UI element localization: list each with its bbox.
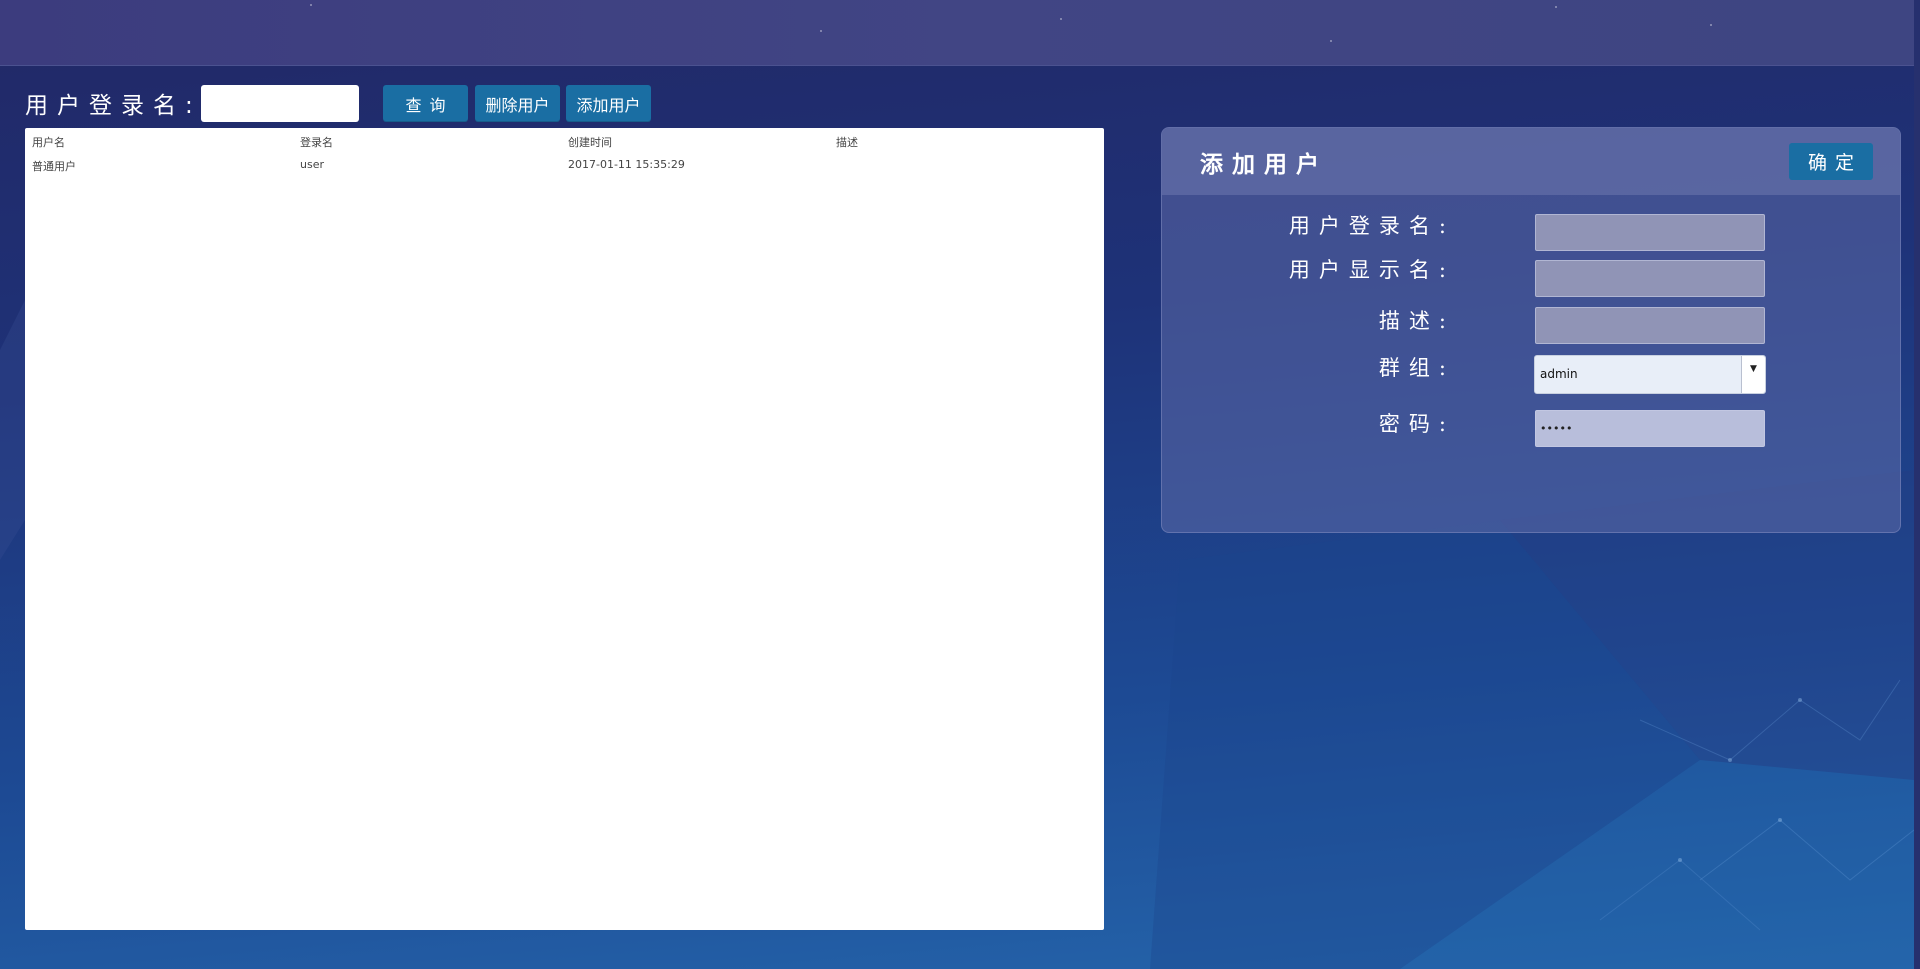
panel-title: 添加用户 [1200, 151, 1328, 178]
column-header-username[interactable]: 用户名 [32, 134, 65, 150]
login-name-search-input[interactable] [201, 85, 359, 122]
group-select[interactable]: admin ▼ [1534, 355, 1766, 394]
column-header-created-time[interactable]: 创建时间 [568, 134, 612, 150]
description-label: 描述: [1378, 309, 1455, 333]
group-label: 群组: [1378, 356, 1455, 380]
display-name-field[interactable] [1535, 260, 1765, 297]
delete-user-button[interactable]: 删除用户 [475, 85, 560, 122]
login-name-search-label: 用户登录名: [25, 93, 202, 119]
group-dropdown-toggle[interactable]: ▼ [1741, 356, 1765, 393]
password-field[interactable] [1535, 410, 1765, 447]
chevron-down-icon: ▼ [1750, 364, 1757, 374]
cell-login-name: user [300, 158, 324, 171]
table-header: 用户名 登录名 创建时间 描述 [32, 134, 1092, 150]
user-table: 用户名 登录名 创建时间 描述 普通用户 user 2017-01-11 15:… [25, 128, 1104, 930]
column-header-description[interactable]: 描述 [836, 134, 858, 150]
confirm-button[interactable]: 确定 [1789, 143, 1873, 180]
table-row[interactable]: 普通用户 user 2017-01-11 15:35:29 [32, 158, 1092, 174]
display-name-label: 用户显示名: [1288, 258, 1455, 282]
panel-header: 添加用户 确定 [1162, 128, 1900, 195]
group-selected-value: admin [1540, 367, 1578, 381]
scrollbar[interactable] [1914, 0, 1920, 969]
description-field[interactable] [1535, 307, 1765, 344]
add-user-panel: 添加用户 确定 用户登录名: 用户显示名: 描述: 群组: admin ▼ 密码… [1161, 127, 1901, 533]
top-banner [0, 0, 1914, 66]
add-user-button[interactable]: 添加用户 [566, 85, 651, 122]
cell-created-time: 2017-01-11 15:35:29 [568, 158, 685, 171]
query-button[interactable]: 查询 [383, 85, 468, 122]
password-label: 密码: [1378, 412, 1455, 436]
login-name-field[interactable] [1535, 214, 1765, 251]
cell-username: 普通用户 [32, 160, 76, 173]
column-header-login-name[interactable]: 登录名 [300, 134, 333, 150]
login-name-label: 用户登录名: [1288, 214, 1455, 238]
